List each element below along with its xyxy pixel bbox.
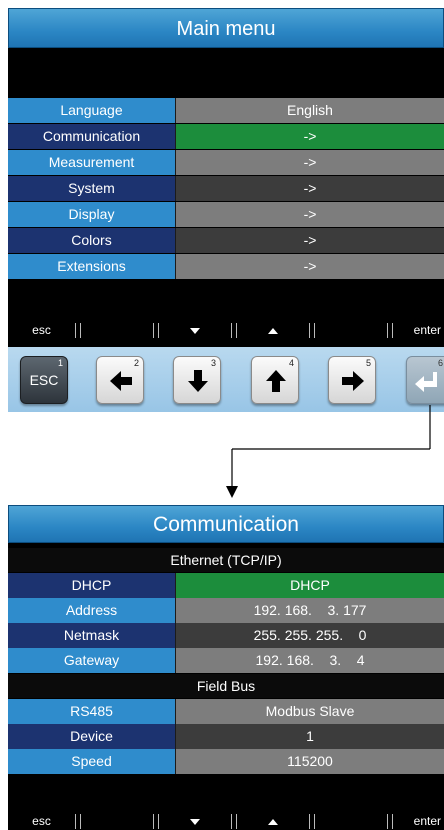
menu-row-system[interactable]: System -> bbox=[8, 176, 444, 201]
comm-value-rs485: Modbus Slave bbox=[175, 699, 444, 724]
key-number: 4 bbox=[288, 358, 294, 368]
menu-label-system: System bbox=[8, 176, 175, 201]
key-number: 5 bbox=[365, 358, 371, 368]
menu-label-colors: Colors bbox=[8, 228, 175, 253]
main-menu-screen: Main menu Language English Communication… bbox=[8, 8, 444, 412]
menu-value-extensions: -> bbox=[175, 254, 444, 279]
comm-label-address: Address bbox=[8, 598, 175, 623]
communication-screen: Communication Ethernet (TCP/IP) DHCP DHC… bbox=[8, 505, 444, 830]
fieldbus-section-header: Field Bus bbox=[8, 674, 444, 698]
menu-value-language: English bbox=[175, 98, 444, 123]
comm-label-speed: Speed bbox=[8, 749, 175, 774]
menu-value-system: -> bbox=[175, 176, 444, 201]
comm-row-device[interactable]: Device 1 bbox=[8, 724, 444, 749]
menu-label-display: Display bbox=[8, 202, 175, 227]
softkey-bar: esc enter bbox=[8, 322, 444, 339]
arrow-left-icon bbox=[110, 371, 132, 391]
comm-label-device: Device bbox=[8, 724, 175, 749]
menu-row-display[interactable]: Display -> bbox=[8, 202, 444, 227]
ethernet-section-header: Ethernet (TCP/IP) bbox=[8, 548, 444, 572]
menu-row-colors[interactable]: Colors -> bbox=[8, 228, 444, 253]
menu-row-measurement[interactable]: Measurement -> bbox=[8, 150, 444, 175]
communication-title: Communication bbox=[8, 505, 444, 543]
down-triangle-icon bbox=[190, 327, 200, 334]
softkey-esc[interactable]: esc bbox=[8, 814, 76, 829]
softkey-5[interactable] bbox=[314, 814, 388, 829]
comm-label-rs485: RS485 bbox=[8, 699, 175, 724]
arrow-up-icon bbox=[266, 370, 286, 392]
comm-value-device: 1 bbox=[175, 724, 444, 749]
esc-key[interactable]: 1 ESC bbox=[20, 356, 68, 404]
softkey-2[interactable] bbox=[80, 323, 154, 338]
main-menu-title: Main menu bbox=[8, 8, 444, 48]
arrow-down-icon bbox=[188, 370, 208, 392]
comm-row-rs485[interactable]: RS485 Modbus Slave bbox=[8, 699, 444, 724]
menu-row-language[interactable]: Language English bbox=[8, 98, 444, 123]
comm-value-gateway: 192. 168. 3. 4 bbox=[175, 648, 444, 673]
softkey-2[interactable] bbox=[80, 814, 154, 829]
softkey-bar: esc enter bbox=[8, 813, 444, 830]
softkey-up[interactable] bbox=[236, 323, 310, 338]
comm-value-speed: 115200 bbox=[175, 749, 444, 774]
menu-label-language: Language bbox=[8, 98, 175, 123]
enter-key[interactable]: 6 bbox=[406, 356, 444, 404]
menu-label-communication: Communication bbox=[8, 124, 175, 149]
softkey-down[interactable] bbox=[158, 323, 232, 338]
left-arrow-key[interactable]: 2 bbox=[96, 356, 144, 404]
comm-row-speed[interactable]: Speed 115200 bbox=[8, 749, 444, 774]
menu-label-measurement: Measurement bbox=[8, 150, 175, 175]
arrow-right-icon bbox=[342, 371, 364, 391]
comm-value-netmask: 255. 255. 255. 0 bbox=[175, 623, 444, 648]
key-number: 2 bbox=[133, 358, 139, 368]
softkey-enter[interactable]: enter bbox=[392, 323, 444, 338]
softkey-up[interactable] bbox=[236, 814, 310, 829]
hardware-keypad: 1 ESC 2 3 4 5 6 bbox=[8, 347, 444, 412]
key-number: 1 bbox=[57, 358, 63, 368]
comm-label-dhcp: DHCP bbox=[8, 573, 175, 598]
up-arrow-key[interactable]: 4 bbox=[251, 356, 299, 404]
up-triangle-icon bbox=[268, 327, 278, 334]
arrow-down-icon bbox=[226, 486, 238, 498]
comm-label-netmask: Netmask bbox=[8, 623, 175, 648]
menu-value-measurement: -> bbox=[175, 150, 444, 175]
comm-value-dhcp: DHCP bbox=[175, 573, 444, 598]
key-number: 6 bbox=[437, 358, 443, 368]
right-arrow-key[interactable]: 5 bbox=[328, 356, 376, 404]
menu-row-communication[interactable]: Communication -> bbox=[8, 124, 444, 149]
esc-key-label: ESC bbox=[29, 372, 59, 388]
softkey-down[interactable] bbox=[158, 814, 232, 829]
comm-value-address: 192. 168. 3. 177 bbox=[175, 598, 444, 623]
enter-return-icon bbox=[415, 372, 437, 392]
softkey-enter[interactable]: enter bbox=[392, 814, 444, 829]
menu-value-colors: -> bbox=[175, 228, 444, 253]
down-arrow-key[interactable]: 3 bbox=[173, 356, 221, 404]
comm-label-gateway: Gateway bbox=[8, 648, 175, 673]
menu-value-display: -> bbox=[175, 202, 444, 227]
comm-row-dhcp[interactable]: DHCP DHCP bbox=[8, 573, 444, 598]
softkey-5[interactable] bbox=[314, 323, 388, 338]
down-triangle-icon bbox=[190, 818, 200, 825]
comm-row-gateway[interactable]: Gateway 192. 168. 3. 4 bbox=[8, 648, 444, 673]
comm-row-address[interactable]: Address 192. 168. 3. 177 bbox=[8, 598, 444, 623]
softkey-esc[interactable]: esc bbox=[8, 323, 76, 338]
comm-row-netmask[interactable]: Netmask 255. 255. 255. 0 bbox=[8, 623, 444, 648]
menu-label-extensions: Extensions bbox=[8, 254, 175, 279]
key-number: 3 bbox=[210, 358, 216, 368]
up-triangle-icon bbox=[268, 818, 278, 825]
menu-value-communication: -> bbox=[175, 124, 444, 149]
menu-row-extensions[interactable]: Extensions -> bbox=[8, 254, 444, 279]
